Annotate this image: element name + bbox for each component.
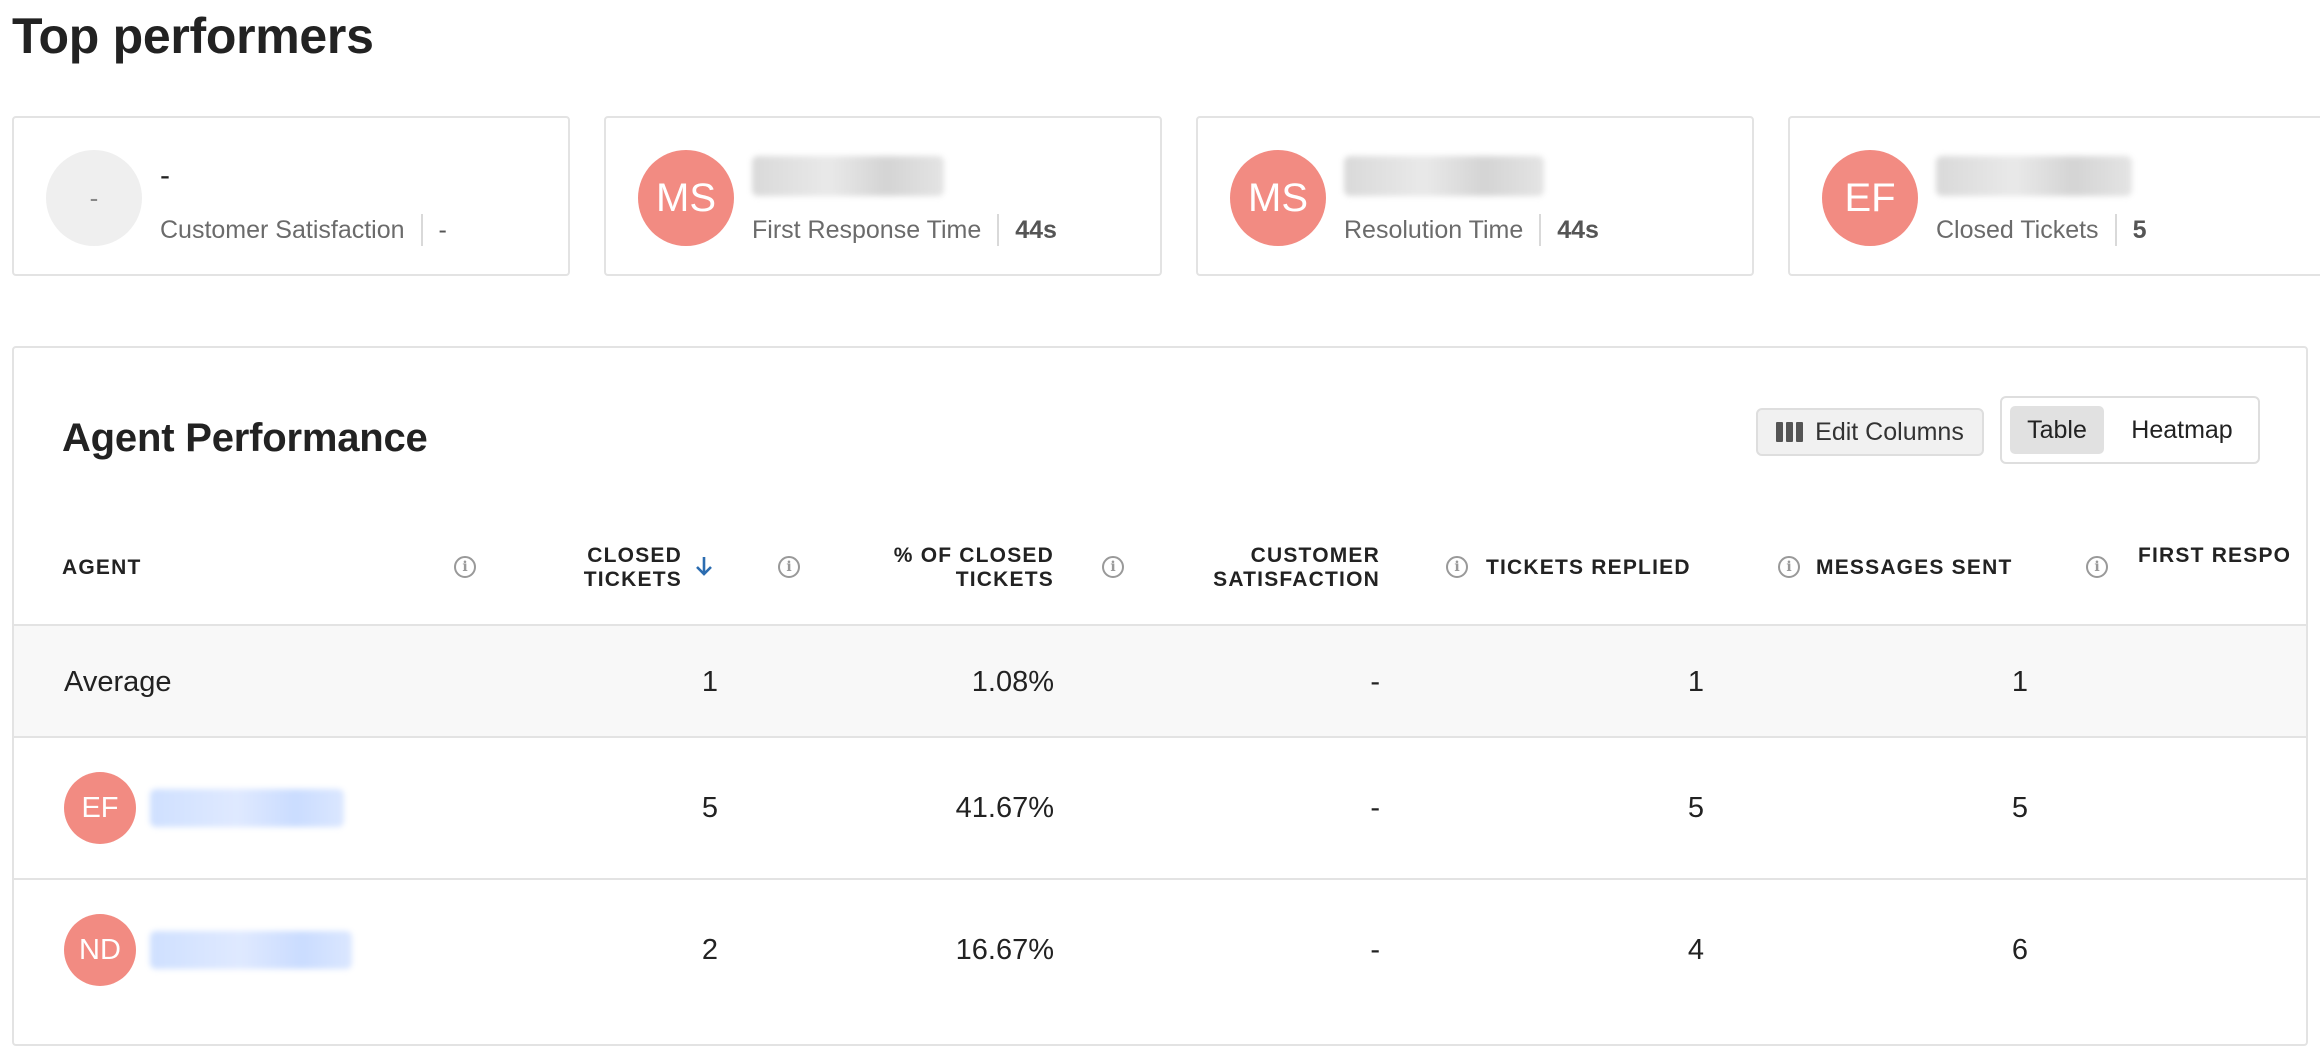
metric-label: Customer Satisfaction (160, 215, 405, 244)
average-tickets-replied: 1 (1687, 666, 1704, 698)
tickets-replied-cell: 4 (1687, 934, 1704, 966)
metric-divider (1539, 214, 1542, 246)
row-divider (14, 736, 2306, 738)
blurred-agent-name (1936, 156, 2132, 196)
average-pct-closed: 1.08% (971, 666, 1054, 698)
column-header-customer-satisfaction[interactable]: CUSTOMER SATISFACTION (1134, 544, 1380, 592)
agent-name-link[interactable] (150, 931, 352, 969)
top-performer-card-closed-tickets[interactable]: EF Closed Tickets 5 (1788, 116, 2320, 276)
column-header-pct-closed-tickets[interactable]: % OF CLOSED TICKETS (814, 544, 1054, 592)
csat-cell: - (1370, 792, 1380, 824)
view-toggle: Table Heatmap (2000, 396, 2260, 464)
info-icon[interactable]: i (1446, 556, 1468, 578)
columns-icon (1776, 422, 1804, 442)
metric-label: Closed Tickets (1936, 215, 2099, 244)
agent-name: - (160, 159, 170, 192)
avatar: MS (638, 150, 734, 246)
info-icon[interactable]: i (454, 556, 476, 578)
avatar: - (46, 150, 142, 246)
csat-cell: - (1370, 934, 1380, 966)
column-header-agent[interactable]: AGENT (62, 556, 142, 580)
header-line-2: TICKETS (583, 568, 682, 591)
row-divider (14, 878, 2306, 880)
closed-tickets-cell: 5 (701, 792, 718, 824)
metric-value: - (438, 215, 447, 244)
metric-value: 5 (2132, 215, 2147, 244)
edit-columns-button[interactable]: Edit Columns (1756, 408, 1984, 456)
header-line-1: CUSTOMER (1250, 544, 1380, 567)
column-header-closed-tickets[interactable]: CLOSED TICKETS (514, 544, 682, 592)
avatar: EF (64, 772, 136, 844)
column-header-first-response[interactable]: FIRST RESPO T (2138, 544, 2320, 592)
pct-closed-cell: 41.67% (955, 792, 1054, 824)
info-icon[interactable]: i (1778, 556, 1800, 578)
average-messages-sent: 1 (2011, 666, 2028, 698)
agent-name-link[interactable] (150, 789, 344, 827)
metric-row: Resolution Time 44s (1344, 210, 1599, 250)
top-performer-card-first-response[interactable]: MS First Response Time 44s (604, 116, 1162, 276)
average-label: Average (64, 666, 172, 698)
metric-value: 44s (1015, 215, 1057, 244)
info-icon[interactable]: i (2086, 556, 2108, 578)
metric-divider (2114, 214, 2117, 246)
edit-columns-label: Edit Columns (1815, 417, 1964, 446)
view-option-table[interactable]: Table (2010, 406, 2104, 454)
page-title: Top performers (12, 8, 374, 64)
metric-divider (997, 214, 1000, 246)
header-line-1: FIRST RESPO (2138, 544, 2292, 567)
avatar: EF (1822, 150, 1918, 246)
column-header-messages-sent[interactable]: MESSAGES SENT (1816, 556, 2012, 580)
agent-performance-panel: Agent Performance Edit Columns Table Hea… (12, 346, 2308, 1046)
closed-tickets-cell: 2 (701, 934, 718, 966)
panel-title: Agent Performance (62, 416, 428, 460)
view-option-heatmap[interactable]: Heatmap (2112, 406, 2252, 454)
metric-row: Customer Satisfaction - (160, 210, 447, 250)
header-line-1: % OF CLOSED (893, 544, 1054, 567)
messages-sent-cell: 6 (2011, 934, 2028, 966)
sort-desc-arrow-icon[interactable] (694, 554, 714, 578)
metric-divider (420, 214, 423, 246)
avatar: MS (1230, 150, 1326, 246)
tickets-replied-cell: 5 (1687, 792, 1704, 824)
header-line-2: SATISFACTION (1213, 568, 1380, 591)
info-icon[interactable]: i (778, 556, 800, 578)
top-performer-card-resolution[interactable]: MS Resolution Time 44s (1196, 116, 1754, 276)
metric-row: Closed Tickets 5 (1936, 210, 2146, 250)
blurred-agent-name (1344, 156, 1544, 196)
info-icon[interactable]: i (1102, 556, 1124, 578)
pct-closed-cell: 16.67% (955, 934, 1054, 966)
average-csat: - (1370, 666, 1380, 698)
metric-label: First Response Time (752, 215, 982, 244)
header-line-2: T (2138, 568, 2320, 592)
column-header-tickets-replied[interactable]: TICKETS REPLIED (1486, 556, 1691, 580)
header-line-2: TICKETS (955, 568, 1054, 591)
metric-value: 44s (1557, 215, 1599, 244)
metric-row: First Response Time 44s (752, 210, 1057, 250)
average-closed-tickets: 1 (701, 666, 718, 698)
messages-sent-cell: 5 (2011, 792, 2028, 824)
header-line-1: CLOSED (587, 544, 682, 567)
avatar: ND (64, 914, 136, 986)
top-performer-card-csat[interactable]: - - Customer Satisfaction - (12, 116, 570, 276)
blurred-agent-name (752, 156, 944, 196)
metric-label: Resolution Time (1344, 215, 1524, 244)
